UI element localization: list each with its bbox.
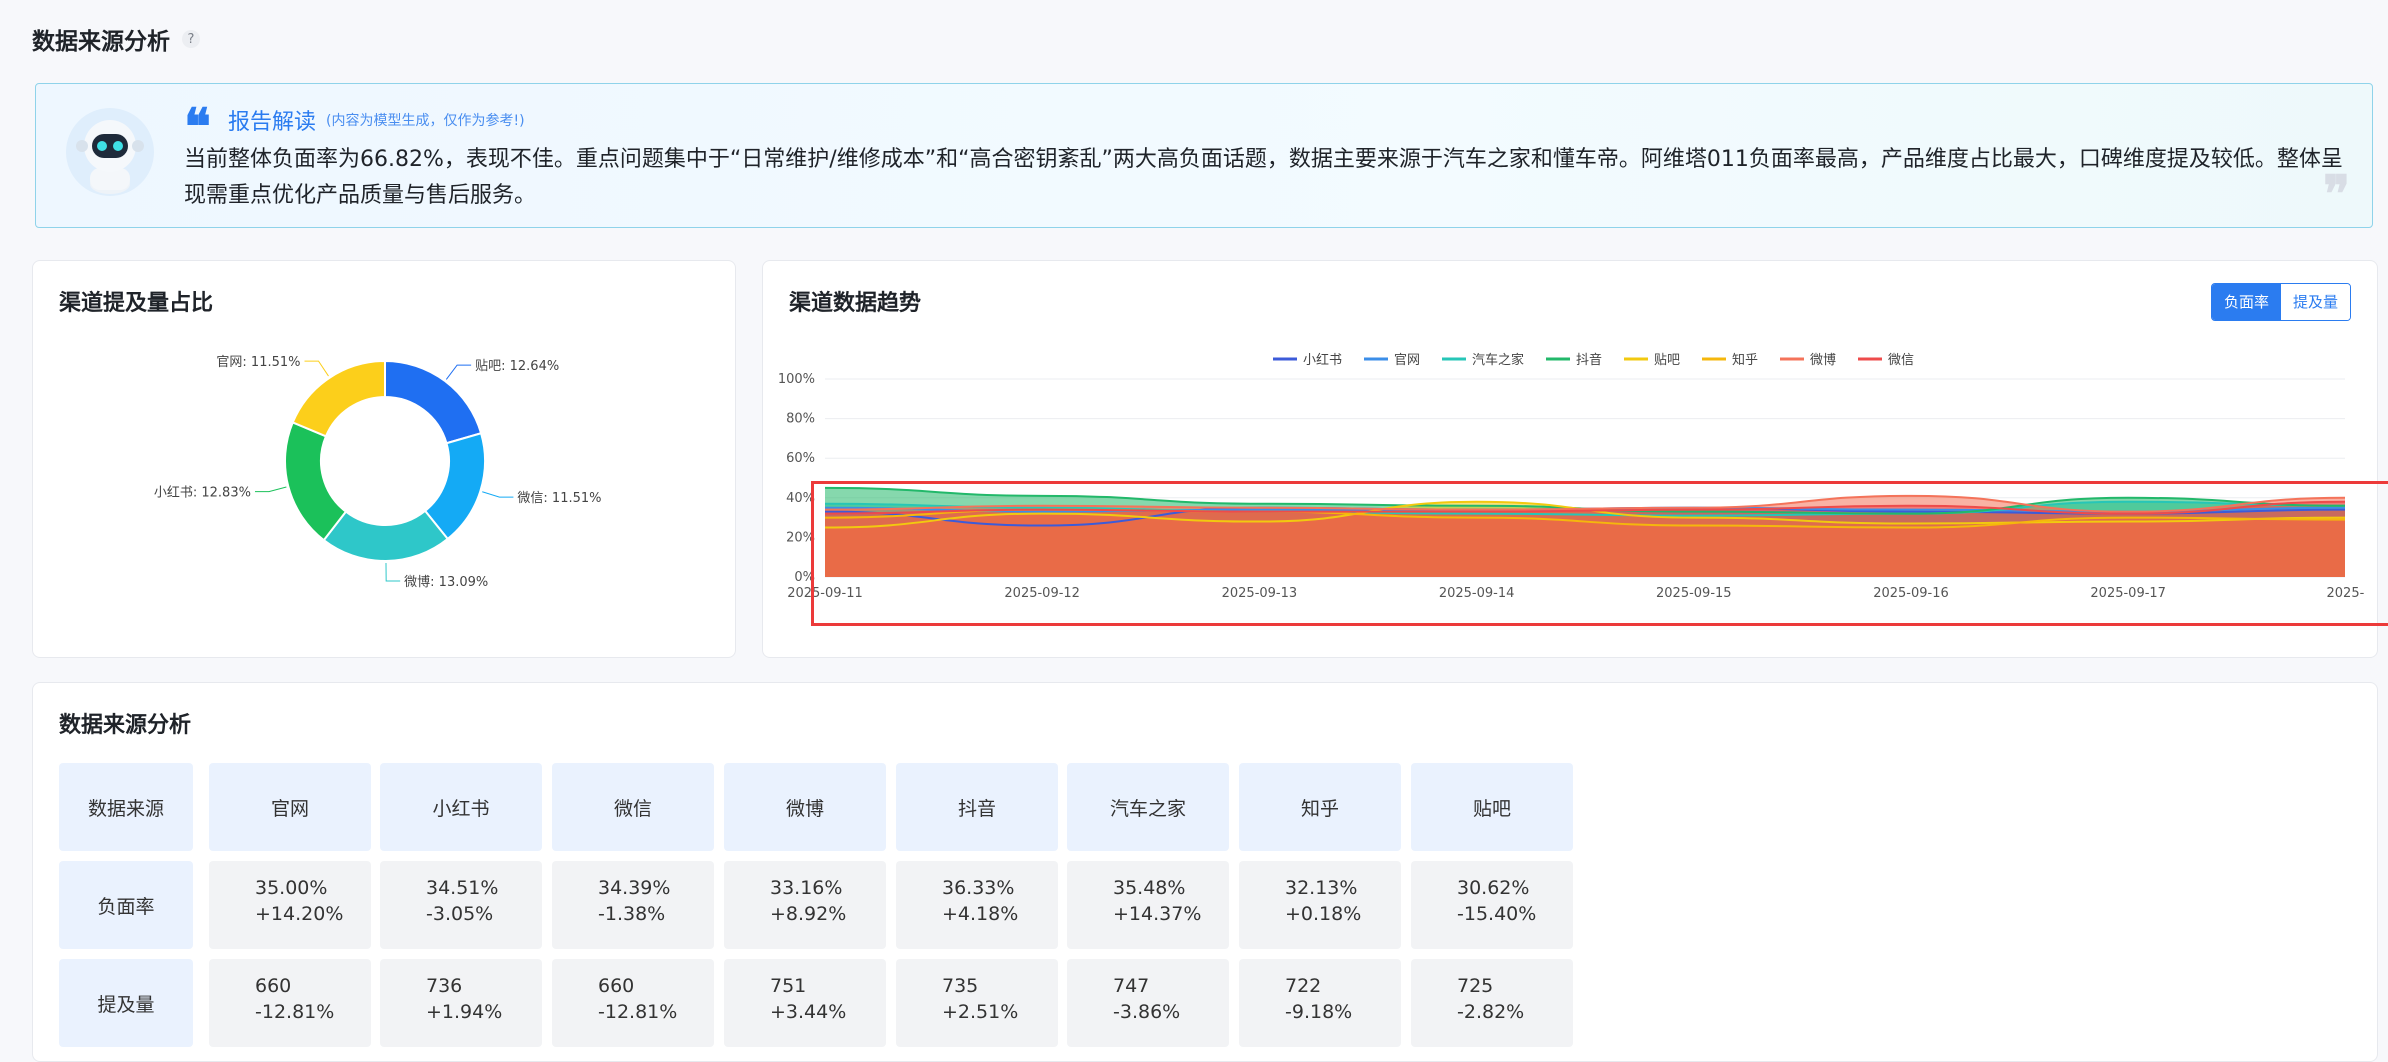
channel-mention-share-card: 渠道提及量占比 贴吧: 12.64% 微信: 11.51% 微博: 13.09% 小红…: [32, 260, 736, 658]
column-header: 贴吧: [1411, 763, 1573, 851]
donut-label-line: [254, 486, 287, 493]
cell-change: +8.92%: [770, 903, 847, 925]
table-cell: 35.00% +14.20%: [209, 861, 371, 949]
cell-value: 722: [1285, 975, 1322, 997]
cell-change: +14.20%: [255, 903, 344, 925]
cell-change: -1.38%: [598, 903, 666, 925]
column-header-source: 数据来源: [59, 763, 193, 851]
column-header: 小红书: [380, 763, 542, 851]
cell-value: 725: [1457, 975, 1494, 997]
cell-value: 32.13%: [1285, 877, 1358, 899]
legend-label[interactable]: 官网: [1394, 352, 1420, 368]
donut-slice-label: 官网: 11.51%: [216, 354, 300, 370]
report-note: (内容为模型生成，仅作为参考!): [326, 113, 525, 129]
column-header: 微博: [724, 763, 886, 851]
cell-value: 36.33%: [942, 877, 1015, 899]
table-cell: 32.13% +0.18%: [1239, 861, 1401, 949]
column-header: 抖音: [896, 763, 1058, 851]
cell-value: 35.00%: [255, 877, 328, 899]
legend-label[interactable]: 微信: [1888, 353, 1914, 368]
legend-label[interactable]: 贴吧: [1654, 353, 1680, 368]
y-tick-label: 100%: [778, 372, 815, 387]
legend-label[interactable]: 小红书: [1303, 352, 1342, 368]
cell-value: 735: [942, 975, 979, 997]
table-cell: 722 -9.18%: [1239, 959, 1401, 1047]
data-source-table-title: 数据来源分析: [59, 713, 192, 738]
report-body: 当前整体负面率为66.82%，表现不佳。重点问题集中于“日常维护/维修成本”和“…: [184, 147, 2343, 208]
report-interpretation-panel: ❝ 报告解读 (内容为模型生成，仅作为参考!) 当前整体负面率为66.82%，表…: [35, 83, 2373, 228]
row-label: 负面率: [59, 861, 193, 949]
cell-change: -2.82%: [1457, 1001, 1525, 1023]
cell-change: +3.44%: [770, 1001, 847, 1023]
donut-slice[interactable]: [322, 509, 450, 562]
channel-trend-card: 渠道数据趋势 负面率 提及量 0% 20% 40% 60% 80% 100% 2025-09…: [762, 260, 2388, 658]
table-cell: 751 +3.44%: [724, 959, 886, 1047]
cell-change: -3.86%: [1113, 1001, 1181, 1023]
donut-chart: 贴吧: 12.64% 微信: 11.51% 微博: 13.09% 小红书: 12.83…: [154, 354, 602, 590]
cell-change: +2.51%: [942, 1001, 1019, 1023]
cell-change: -12.81%: [598, 1001, 678, 1023]
donut-slice[interactable]: [384, 359, 483, 445]
row-label: 提及量: [59, 959, 193, 1047]
table-cell: 35.48% +14.37%: [1067, 861, 1229, 949]
table-cell: 34.51% -3.05%: [380, 861, 542, 949]
legend-label[interactable]: 抖音: [1576, 352, 1602, 368]
highlight-box: [811, 481, 2388, 626]
cell-value: 35.48%: [1113, 877, 1186, 899]
column-header: 官网: [209, 763, 371, 851]
legend-label[interactable]: 汽车之家: [1472, 352, 1524, 368]
table-cell: 725 -2.82%: [1411, 959, 1573, 1047]
table-cell: 33.16% +8.92%: [724, 861, 886, 949]
column-header: 汽车之家: [1067, 763, 1229, 851]
donut-slice-label: 小红书: 12.83%: [154, 485, 251, 501]
table-cell: 36.33% +4.18%: [896, 861, 1058, 949]
donut-slice-label: 微信: 11.51%: [517, 491, 601, 506]
donut-label-line: [304, 360, 329, 377]
donut-label-line: [385, 562, 401, 582]
robot-avatar-icon: [66, 108, 154, 196]
cell-change: -12.81%: [255, 1001, 335, 1023]
cell-change: -3.05%: [426, 903, 494, 925]
table-cell: 736 +1.94%: [380, 959, 542, 1047]
column-header: 知乎: [1239, 763, 1401, 851]
donut-label-line: [445, 364, 472, 380]
donut-slice-label: 贴吧: 12.64%: [475, 359, 559, 374]
cell-value: 34.39%: [598, 877, 671, 899]
donut-label-line: [482, 491, 514, 498]
cell-change: +4.18%: [942, 903, 1019, 925]
cell-value: 736: [426, 975, 463, 997]
table-cell: 735 +2.51%: [896, 959, 1058, 1047]
cell-value: 747: [1113, 975, 1150, 997]
page-title: 数据来源分析: [32, 29, 170, 55]
legend-label[interactable]: 微博: [1810, 353, 1836, 368]
cell-change: +0.18%: [1285, 903, 1362, 925]
cell-value: 660: [598, 975, 635, 997]
data-source-table-card: 数据来源分析 数据来源 官网 小红书 微信 微博 抖音 汽车之家 知乎 贴吧负面率 35.00% +…: [32, 682, 2378, 1062]
cell-value: 660: [255, 975, 292, 997]
table-cell: 30.62% -15.40%: [1411, 861, 1573, 949]
cell-value: 751: [770, 975, 807, 997]
report-title: 报告解读: [228, 110, 317, 135]
y-tick-label: 80%: [786, 412, 815, 427]
cell-change: +1.94%: [426, 1001, 503, 1023]
donut-slice-label: 微博: 13.09%: [404, 575, 488, 590]
quote-close-icon: ❞: [2323, 164, 2350, 223]
page-header: 数据来源分析 ?: [32, 22, 200, 56]
table-cell: 660 -12.81%: [552, 959, 714, 1047]
donut-slice[interactable]: [284, 421, 348, 542]
table-cell: 660 -12.81%: [209, 959, 371, 1047]
column-header: 微信: [552, 763, 714, 851]
cell-change: -15.40%: [1457, 903, 1537, 925]
table-cell: 34.39% -1.38%: [552, 861, 714, 949]
cell-value: 33.16%: [770, 877, 843, 899]
cell-change: -9.18%: [1285, 1001, 1353, 1023]
y-tick-label: 60%: [786, 451, 815, 466]
legend-label[interactable]: 知乎: [1732, 352, 1758, 368]
table-cell: 747 -3.86%: [1067, 959, 1229, 1047]
help-icon[interactable]: ?: [182, 30, 200, 48]
cell-value: 30.62%: [1457, 877, 1530, 899]
cell-change: +14.37%: [1113, 903, 1202, 925]
cell-value: 34.51%: [426, 877, 499, 899]
donut-slice[interactable]: [291, 359, 386, 438]
